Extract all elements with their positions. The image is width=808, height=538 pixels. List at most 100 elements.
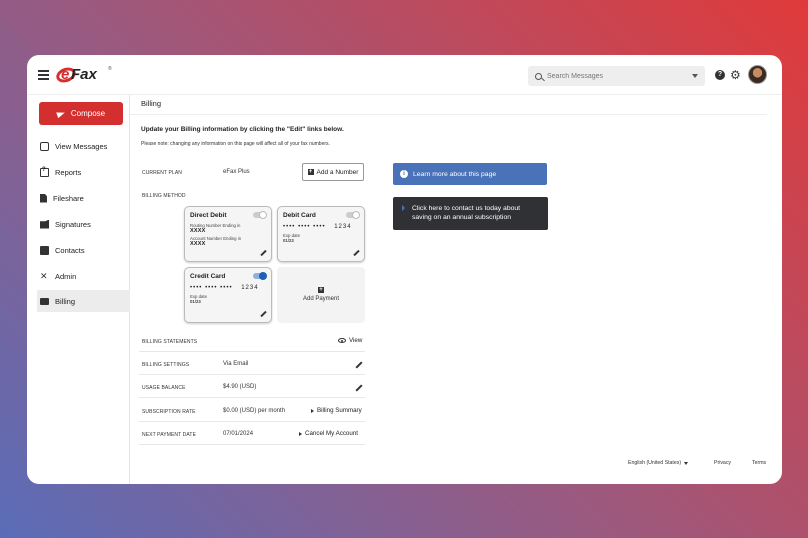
debit-card-toggle[interactable] (346, 211, 360, 219)
cancel-account-label: Cancel My Account (305, 430, 358, 437)
compose-button[interactable]: Compose (39, 102, 123, 125)
divider (139, 421, 365, 422)
contact-line-2: saving on an annual subscription (412, 214, 511, 221)
menu-icon[interactable] (38, 70, 49, 80)
privacy-link[interactable]: Privacy (714, 460, 731, 466)
app-window: e Fax ® ? ⚙ Compose View Messages Report… (27, 55, 782, 484)
plus-icon: + (318, 287, 324, 293)
language-select[interactable]: English (United States) (628, 460, 689, 466)
sidebar-item-label: Admin (55, 271, 77, 281)
chevron-down-icon (684, 461, 689, 465)
chevron-down-icon[interactable] (692, 74, 698, 78)
signature-icon (40, 219, 49, 229)
avatar[interactable] (748, 65, 767, 84)
caret-right-icon (311, 408, 314, 413)
edit-pencil-icon[interactable] (355, 384, 362, 391)
subscription-rate-value: $0.00 (USD) per month (223, 408, 286, 414)
top-bar: e Fax ® ? ⚙ (27, 55, 782, 95)
direct-debit-toggle[interactable] (253, 211, 267, 219)
current-plan-value: eFax Plus (223, 169, 250, 175)
last-four: 1234 (334, 224, 352, 230)
compose-label: Compose (70, 109, 106, 118)
usage-balance-label: USAGE BALANCE (142, 385, 186, 391)
info-icon: i (400, 170, 408, 178)
edit-pencil-icon[interactable] (260, 250, 266, 256)
contact-line-1: Click here to contact us today about (412, 205, 521, 212)
send-icon (56, 109, 66, 118)
billing-method-label: BILLING METHOD (142, 193, 186, 199)
add-payment-label: Add Payment (302, 296, 340, 302)
language-label: English (United States) (628, 460, 682, 466)
plus-icon: + (307, 169, 314, 175)
help-icon[interactable]: ? (715, 70, 725, 80)
eye-icon (338, 338, 346, 343)
billing-statements-label: BILLING STATEMENTS (142, 339, 198, 345)
next-payment-value: 07/01/2024 (223, 431, 254, 437)
last-four: 1234 (241, 285, 259, 291)
toggle-knob (259, 211, 267, 219)
sidebar: Compose View Messages Reports Fileshare … (27, 95, 130, 484)
sidebar-item-label: Contacts (55, 245, 85, 255)
masked-digits: •••• •••• •••• (190, 285, 233, 291)
logo-registered: ® (108, 66, 112, 72)
direct-debit-card[interactable]: Direct Debit Routing Number Ending in XX… (184, 206, 272, 262)
sidebar-item-admin[interactable]: ✕ Admin (37, 265, 130, 287)
add-number-label: Add a Number (316, 168, 359, 176)
sidebar-item-signatures[interactable]: Signatures (37, 213, 130, 235)
sidebar-item-label: View Messages (55, 141, 108, 151)
divider (130, 114, 767, 115)
sidebar-item-view-messages[interactable]: View Messages (37, 135, 130, 157)
add-payment-button[interactable]: + Add Payment (277, 267, 365, 323)
billing-settings-label: BILLING SETTINGS (142, 362, 190, 368)
logo-e: e (61, 66, 70, 83)
sidebar-item-billing[interactable]: Billing (37, 290, 130, 312)
billing-settings-value: Via Email (223, 361, 249, 367)
add-number-button[interactable]: + Add a Number (302, 163, 364, 181)
debit-card-card[interactable]: Debit Card •••• •••• •••• 1234 Exp date … (277, 206, 365, 262)
divider (139, 374, 365, 375)
billing-card-icon (40, 297, 49, 305)
edit-pencil-icon[interactable] (353, 250, 359, 256)
gear-icon[interactable]: ⚙ (730, 68, 741, 82)
card-number: •••• •••• •••• 1234 (190, 285, 266, 291)
caret-right-icon (299, 431, 302, 436)
sidebar-item-contacts[interactable]: Contacts (37, 239, 130, 261)
billing-summary-link[interactable]: Billing Summary (311, 407, 362, 414)
search-input[interactable] (547, 72, 692, 80)
usage-balance-value: $4.90 (USD) (223, 384, 257, 390)
contacts-icon (40, 245, 49, 255)
billing-note: Please note: changing any information on… (141, 141, 330, 147)
sidebar-item-label: Signatures (55, 219, 91, 229)
view-label: View (349, 337, 363, 344)
sidebar-item-reports[interactable]: Reports (37, 161, 130, 183)
masked-digits: •••• •••• •••• (283, 224, 326, 230)
credit-card-toggle[interactable] (253, 272, 267, 280)
terms-link[interactable]: Terms (752, 460, 766, 466)
cancel-account-link[interactable]: Cancel My Account (299, 430, 358, 437)
sidebar-item-fileshare[interactable]: Fileshare (37, 187, 130, 209)
edit-pencil-icon[interactable] (260, 311, 266, 317)
file-icon (40, 193, 47, 203)
edit-pencil-icon[interactable] (355, 361, 362, 368)
admin-tools-icon: ✕ (40, 270, 48, 281)
current-plan-label: CURRENT PLAN (142, 170, 183, 176)
billing-heading: Update your Billing information by click… (141, 126, 344, 133)
reports-icon (40, 167, 49, 177)
card-number: •••• •••• •••• 1234 (283, 224, 359, 230)
logo-fax: Fax (71, 66, 97, 83)
divider (139, 351, 365, 352)
caret-right-icon (402, 205, 405, 211)
search-bar[interactable] (528, 66, 705, 86)
page-title: Billing (141, 99, 162, 108)
view-statements-link[interactable]: View (338, 337, 362, 344)
learn-more-button[interactable]: i Learn more about this page (393, 163, 547, 185)
search-icon (535, 72, 542, 80)
credit-card-card[interactable]: Credit Card •••• •••• •••• 1234 Exp date… (184, 267, 272, 323)
sidebar-item-label: Billing (55, 296, 76, 306)
sidebar-item-label: Fileshare (53, 193, 84, 203)
routing-value: XXXX (190, 228, 206, 234)
toggle-knob (259, 272, 267, 280)
subscription-rate-label: SUBSCRIPTION RATE (142, 409, 196, 415)
billing-summary-label: Billing Summary (317, 407, 362, 414)
contact-us-banner[interactable]: Click here to contact us today about sav… (393, 197, 548, 230)
